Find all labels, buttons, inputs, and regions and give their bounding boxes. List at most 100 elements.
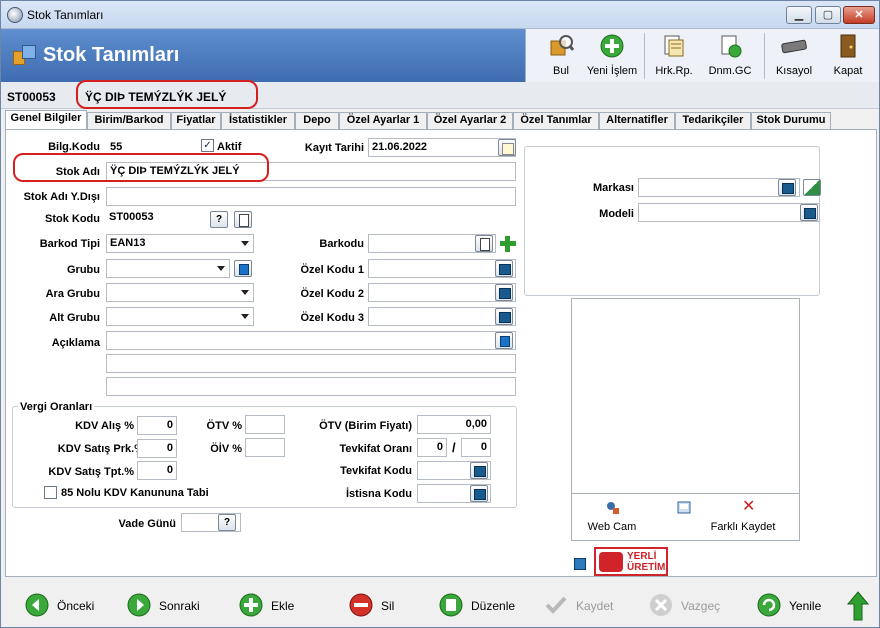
close-window-button[interactable]: ✕ [843, 6, 875, 24]
new-button[interactable]: Yeni İşlem [586, 29, 638, 82]
close-button[interactable]: Kapat [824, 29, 872, 82]
delete-image-icon[interactable]: ✕ [742, 499, 755, 515]
minus-icon [349, 593, 373, 617]
tab-special-definitions[interactable]: Özel Tanımlar [513, 112, 599, 129]
barkod-tipi-value: EAN13 [110, 237, 146, 249]
list-icon[interactable] [234, 260, 252, 277]
kdv-alis-input[interactable]: 0 [137, 416, 177, 435]
find-label: Bul [553, 65, 569, 77]
bilg-kodu-label: Bilg.Kodu [48, 141, 100, 153]
oiv-input[interactable] [245, 438, 285, 457]
tax-group-title: Vergi Oranları [18, 401, 95, 413]
aciklama-label: Açıklama [51, 337, 100, 349]
tab-warehouse[interactable]: Depo [295, 112, 339, 129]
ara-grubu-select[interactable] [106, 283, 254, 302]
lookup-icon[interactable] [778, 179, 796, 196]
badge-line-1: YERLİ [627, 551, 657, 562]
tab-unit-barcode[interactable]: Birim/Barkod [87, 112, 171, 129]
movement-report-button[interactable]: Hrk.Rp. [650, 29, 698, 82]
product-image-box[interactable]: Web Cam ✕ Farklı Kaydet [571, 298, 800, 541]
page-title: Stok Tanımları [43, 44, 180, 66]
aciklama-line-2[interactable] [106, 354, 516, 373]
delete-label: Sil [381, 599, 395, 613]
badge-line-2: ÜRETİM [627, 562, 666, 573]
kdv-alis-label: KDV Alış % [75, 420, 134, 432]
aciklama-line-1[interactable] [106, 331, 516, 350]
help-button[interactable]: ? [218, 514, 236, 531]
tab-special-settings-2[interactable]: Özel Ayarlar 2 [427, 112, 513, 129]
edit-icon [439, 593, 463, 617]
next-button[interactable]: Sonraki [127, 593, 207, 621]
save-button[interactable]: Kaydet [544, 593, 624, 621]
markasi-input[interactable] [638, 178, 800, 197]
ozel-kodu-1-input[interactable] [368, 259, 516, 278]
stok-adi-yd-label: Stok Adı Y.Dışı [23, 191, 100, 203]
lookup-icon[interactable] [470, 485, 488, 502]
edit-button[interactable]: Düzenle [439, 593, 519, 621]
brand-add-icon[interactable] [803, 179, 821, 196]
tab-alternatives[interactable]: Alternatifler [599, 112, 675, 129]
tab-general[interactable]: Genel Bilgiler [5, 110, 87, 129]
save-image-icon [677, 501, 691, 514]
ozel-kodu-2-input[interactable] [368, 283, 516, 302]
lookup-icon[interactable] [495, 308, 513, 325]
otv-birim-input[interactable]: 0,00 [417, 415, 491, 434]
webcam-button[interactable]: Web Cam [582, 521, 642, 533]
tab-special-settings-1[interactable]: Özel Ayarlar 1 [339, 112, 427, 129]
lookup-icon[interactable] [495, 284, 513, 301]
ozel-kodu-3-input[interactable] [368, 307, 516, 326]
tab-suppliers[interactable]: Tedarikçiler [675, 112, 751, 129]
grubu-select[interactable] [106, 259, 230, 278]
general-panel: Bilg.Kodu 55 ✓ Aktif Kayıt Tarihi 21.06.… [5, 129, 877, 577]
next-label: Sonraki [159, 599, 200, 613]
aciklama-line-3[interactable] [106, 377, 516, 396]
barkod-tipi-label: Barkod Tipi [39, 238, 100, 250]
tab-stock-status[interactable]: Stok Durumu [751, 112, 831, 129]
modeli-input[interactable] [638, 203, 820, 222]
save-as-button[interactable]: Farklı Kaydet [708, 521, 778, 533]
scroll-top-arrow-icon[interactable] [847, 591, 869, 621]
kayit-tarihi-input[interactable]: 21.06.2022 [368, 138, 516, 157]
document-icon[interactable] [234, 211, 252, 228]
period-button[interactable]: Dnm.GC [702, 29, 758, 82]
highlight-oval [76, 80, 258, 109]
lookup-icon[interactable] [470, 462, 488, 479]
list-icon[interactable] [495, 332, 513, 349]
lookup-icon[interactable] [495, 260, 513, 277]
help-button[interactable]: ? [210, 211, 228, 228]
shortcut-button[interactable]: Kısayol [770, 29, 818, 82]
kdv-satis-prk-input[interactable]: 0 [137, 439, 177, 458]
grubu-label: Grubu [67, 264, 100, 276]
lookup-icon[interactable] [800, 204, 818, 221]
find-button[interactable]: Bul [536, 29, 586, 82]
app-icon [7, 7, 23, 23]
aktif-checkbox[interactable]: ✓ [201, 139, 214, 152]
alt-grubu-select[interactable] [106, 307, 254, 326]
kanun-checkbox[interactable] [44, 486, 57, 499]
add-barcode-icon[interactable] [499, 235, 517, 252]
tab-prices[interactable]: Fiyatlar [171, 112, 221, 129]
minimize-button[interactable]: ▁ [786, 6, 812, 24]
bilg-kodu-value: 55 [110, 141, 123, 153]
refresh-button[interactable]: Yenile [757, 593, 837, 621]
oiv-label: ÖİV % [210, 443, 242, 455]
handshake-icon [599, 552, 623, 572]
stok-adi-yd-input[interactable] [106, 187, 516, 206]
edit-label: Düzenle [471, 599, 516, 613]
tevkifat-a-input[interactable]: 0 [417, 438, 447, 457]
barkod-tipi-select[interactable]: EAN13 [106, 234, 254, 253]
calendar-icon[interactable] [498, 139, 516, 156]
kdv-satis-tpt-input[interactable]: 0 [137, 461, 177, 480]
otv-input[interactable] [245, 415, 285, 434]
delete-button[interactable]: Sil [349, 593, 409, 621]
add-button[interactable]: Ekle [239, 593, 309, 621]
tevkifat-b-input[interactable]: 0 [461, 438, 491, 457]
document-icon[interactable] [475, 235, 493, 252]
maximize-button[interactable]: ▢ [815, 6, 841, 24]
kanun-label: 85 Nolu KDV Kanununa Tabi [61, 487, 209, 499]
cancel-button[interactable]: Vazgeç [649, 593, 729, 621]
previous-label: Önceki [57, 599, 95, 613]
previous-button[interactable]: Önceki [25, 593, 105, 621]
tab-statistics[interactable]: İstatistikler [221, 112, 295, 129]
window-title: Stok Tanımları [27, 8, 104, 22]
